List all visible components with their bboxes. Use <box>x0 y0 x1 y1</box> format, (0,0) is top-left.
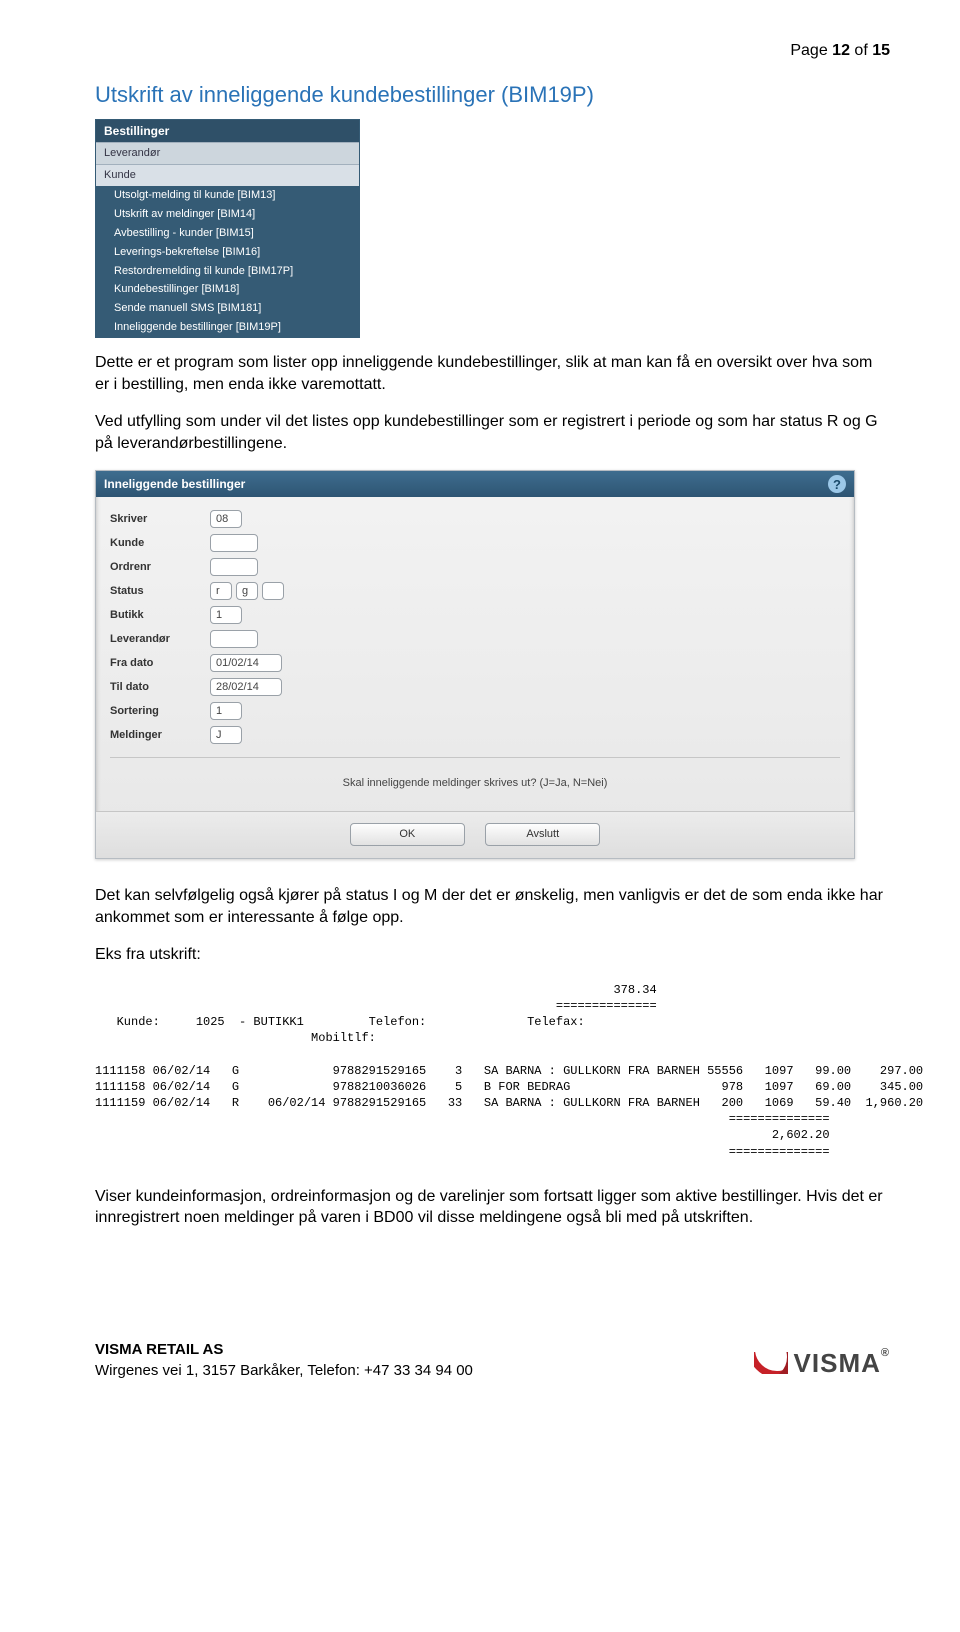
input-meldinger[interactable] <box>210 726 242 744</box>
section-title: Utskrift av inneliggende kundebestilling… <box>95 80 890 110</box>
eks-label: Eks fra utskrift: <box>95 944 890 966</box>
input-fra-dato[interactable] <box>210 654 282 672</box>
dialog-prompt: Skal inneliggende meldinger skrives ut? … <box>110 770 840 805</box>
dialog-titlebar: Inneliggende bestillinger ? <box>96 471 854 497</box>
menu-section-leverandor: Leverandør <box>96 142 359 164</box>
input-leverandor[interactable] <box>210 630 258 648</box>
visma-swoosh-icon <box>754 1352 788 1374</box>
footer-text-block: VISMA RETAIL AS Wirgenes vei 1, 3157 Bar… <box>95 1339 473 1381</box>
visma-logo-word: VISMA® <box>794 1346 890 1381</box>
input-til-dato[interactable] <box>210 678 282 696</box>
label-til-dato: Til dato <box>110 680 210 695</box>
page-current: 12 <box>832 42 850 59</box>
footer-address: Wirgenes vei 1, 3157 Barkåker, Telefon: … <box>95 1360 473 1381</box>
menu-item: Leverings-bekreftelse [BIM16] <box>96 243 359 262</box>
input-kunde[interactable] <box>210 534 258 552</box>
menu-item: Kundebestillinger [BIM18] <box>96 280 359 299</box>
menu-item: Utsolgt-melding til kunde [BIM13] <box>96 186 359 205</box>
visma-logo: VISMA® <box>754 1346 890 1381</box>
menu-items-list: Utsolgt-melding til kunde [BIM13] Utskri… <box>96 186 359 337</box>
paragraph-intro: Dette er et program som lister opp innel… <box>95 352 890 395</box>
input-status-1[interactable] <box>210 582 232 600</box>
page-prefix: Page <box>790 42 832 59</box>
page-total: 15 <box>872 42 890 59</box>
paragraph-status-note: Det kan selvfølgelig også kjører på stat… <box>95 885 890 928</box>
printout-sample: 378.34 ============== Kunde: 1025 - BUTI… <box>95 982 895 1160</box>
help-icon[interactable]: ? <box>828 475 846 493</box>
menu-header-bestillinger: Bestillinger <box>96 120 359 142</box>
page-indicator: Page 12 of 15 <box>95 40 890 62</box>
menu-item: Sende manuell SMS [BIM181] <box>96 299 359 318</box>
label-leverandor: Leverandør <box>110 632 210 647</box>
input-ordrenr[interactable] <box>210 558 258 576</box>
label-butikk: Butikk <box>110 608 210 623</box>
label-ordrenr: Ordrenr <box>110 560 210 575</box>
avslutt-button[interactable]: Avslutt <box>485 823 600 846</box>
label-kunde: Kunde <box>110 536 210 551</box>
dialog-inneliggende: Inneliggende bestillinger ? Skriver Kund… <box>95 470 855 859</box>
input-sortering[interactable] <box>210 702 242 720</box>
label-fra-dato: Fra dato <box>110 656 210 671</box>
paragraph-explain: Viser kundeinformasjon, ordreinformasjon… <box>95 1186 890 1229</box>
label-status: Status <box>110 584 210 599</box>
input-status-2[interactable] <box>236 582 258 600</box>
page-of: of <box>850 42 872 59</box>
dialog-title-text: Inneliggende bestillinger <box>104 476 245 492</box>
label-skriver: Skriver <box>110 512 210 527</box>
input-status-3[interactable] <box>262 582 284 600</box>
ok-button[interactable]: OK <box>350 823 465 846</box>
paragraph-filter: Ved utfylling som under vil det listes o… <box>95 411 890 454</box>
label-meldinger: Meldinger <box>110 728 210 743</box>
footer-company: VISMA RETAIL AS <box>95 1339 473 1360</box>
input-skriver[interactable] <box>210 510 242 528</box>
menu-item: Utskrift av meldinger [BIM14] <box>96 205 359 224</box>
input-butikk[interactable] <box>210 606 242 624</box>
menu-item: Avbestilling - kunder [BIM15] <box>96 224 359 243</box>
menu-item: Inneliggende bestillinger [BIM19P] <box>96 318 359 337</box>
label-sortering: Sortering <box>110 704 210 719</box>
menu-screenshot: Bestillinger Leverandør Kunde Utsolgt-me… <box>95 119 360 338</box>
menu-section-kunde: Kunde <box>96 164 359 186</box>
menu-item: Restordremelding til kunde [BIM17P] <box>96 262 359 281</box>
